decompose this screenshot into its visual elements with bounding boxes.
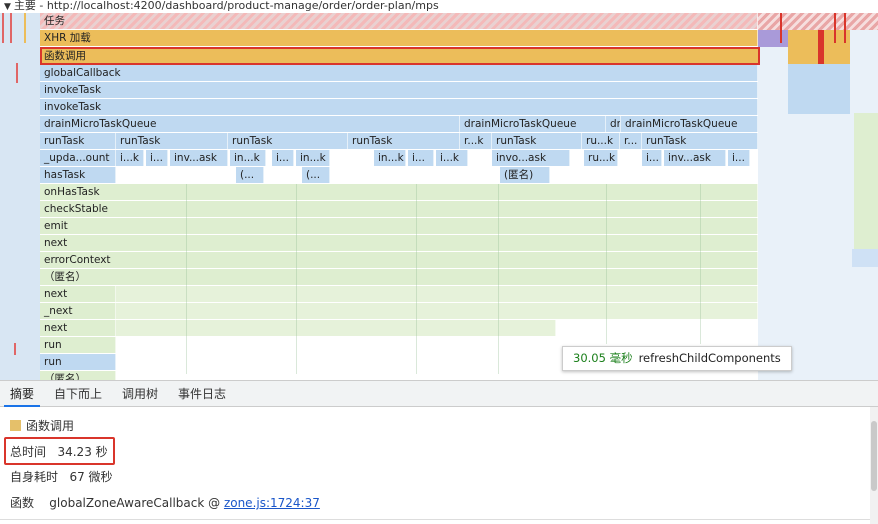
divider xyxy=(0,519,870,520)
stack-bar[interactable]: invo...ask xyxy=(492,150,570,166)
invoke-task-bar[interactable]: invokeTask xyxy=(40,99,758,115)
drain-microtask-bar[interactable]: drainMicroTaskQueue xyxy=(621,116,758,132)
stack-bar[interactable]: (... xyxy=(302,167,330,183)
run-bar[interactable]: run xyxy=(40,337,116,353)
drain-microtask-bar[interactable]: drainMicroTaskQueue xyxy=(460,116,606,132)
drain-microtask-bar[interactable]: dr...ue xyxy=(606,116,621,132)
tab-event-log[interactable]: 事件日志 xyxy=(172,381,232,407)
tab-call-tree[interactable]: 调用树 xyxy=(116,381,164,407)
scrollbar-thumb[interactable] xyxy=(871,421,877,491)
details-tab-bar: 摘要 自下而上 调用树 事件日志 xyxy=(0,380,878,407)
self-time-value: 67 微秒 xyxy=(69,470,113,484)
anonymous-bar[interactable]: （匿名） xyxy=(40,269,758,285)
flame-tooltip: 30.05 毫秒 refreshChildComponents xyxy=(562,346,792,371)
stack-bar[interactable]: i... xyxy=(728,150,750,166)
total-time-row: 总时间 34.23 秒 xyxy=(10,443,108,460)
summary-panel: 函数调用 总时间 34.23 秒 自身耗时 67 微秒 函数 globalZon… xyxy=(0,407,878,524)
stack-bar[interactable]: i...k xyxy=(436,150,468,166)
tab-bottom-up[interactable]: 自下而上 xyxy=(48,381,108,407)
function-name: globalZoneAwareCallback @ xyxy=(49,496,221,510)
stack-bar[interactable]: (匿名) xyxy=(500,167,550,183)
next-internal-bar[interactable]: _next xyxy=(40,303,116,319)
run-bar[interactable]: run xyxy=(40,354,116,370)
run-task-bar[interactable]: runTask xyxy=(40,133,116,149)
main-track-url: - http://localhost:4200/dashboard/produc… xyxy=(35,0,439,12)
invoke-task-bar[interactable]: invokeTask xyxy=(40,82,758,98)
xhr-load-bar[interactable]: XHR 加载 xyxy=(40,30,758,46)
run-task-bar[interactable]: runTask xyxy=(348,133,460,149)
stack-bar[interactable]: ru...k xyxy=(584,150,618,166)
run-task-bar[interactable]: runTask xyxy=(116,133,228,149)
total-time-label: 总时间 xyxy=(10,445,47,459)
next-bar[interactable]: next xyxy=(40,235,758,251)
function-call-bar[interactable]: 函数调用 xyxy=(40,47,760,65)
global-callback-bar[interactable]: globalCallback xyxy=(40,65,758,81)
run-task-bar[interactable]: r...k xyxy=(460,133,492,149)
on-has-task-bar[interactable]: onHasTask xyxy=(40,184,758,200)
drain-microtask-bar[interactable]: drainMicroTaskQueue xyxy=(40,116,460,132)
stack-bar[interactable]: i... xyxy=(146,150,168,166)
flame-right-region xyxy=(758,13,878,380)
next-bar[interactable]: next xyxy=(40,320,116,336)
stack-bar[interactable]: i...k xyxy=(116,150,144,166)
function-label: 函数 xyxy=(10,496,35,510)
anonymous-bar[interactable]: （匿名） xyxy=(40,371,116,380)
run-task-bar[interactable]: runTask xyxy=(228,133,348,149)
run-task-bar[interactable]: runTask xyxy=(642,133,758,149)
performance-panel: ▼ 主要 - http://localhost:4200/dashboard/pr… xyxy=(0,0,878,524)
flame-filler xyxy=(116,320,556,336)
tab-summary[interactable]: 摘要 xyxy=(4,381,41,407)
flame-left-gutter xyxy=(0,13,40,380)
stack-bar[interactable]: i... xyxy=(642,150,662,166)
flame-filler xyxy=(116,303,758,319)
error-context-bar[interactable]: errorContext xyxy=(40,252,758,268)
summary-title: 函数调用 xyxy=(10,417,74,434)
run-task-bar[interactable]: ru...k xyxy=(582,133,620,149)
summary-title-text: 函数调用 xyxy=(26,419,75,433)
stack-bar[interactable]: inv...ask xyxy=(664,150,726,166)
stack-bar[interactable]: in...k xyxy=(230,150,266,166)
flame-filler xyxy=(116,286,758,302)
run-task-bar[interactable]: runTask xyxy=(492,133,582,149)
task-bar[interactable]: 任务 xyxy=(40,13,758,29)
function-row: 函数 globalZoneAwareCallback @ zone.js:172… xyxy=(10,494,320,511)
check-stable-bar[interactable]: checkStable xyxy=(40,201,758,217)
source-link[interactable]: zone.js:1724:37 xyxy=(224,496,320,510)
summary-scrollbar[interactable] xyxy=(870,407,878,524)
main-track-label: 主要 xyxy=(13,0,36,12)
flame-chart[interactable]: 任务 XHR 加载 函数调用 globalCallback invokeTask… xyxy=(0,13,878,380)
tooltip-duration: 30.05 毫秒 xyxy=(573,351,633,365)
has-task-bar[interactable]: hasTask xyxy=(40,167,116,183)
emit-bar[interactable]: emit xyxy=(40,218,758,234)
total-time-value: 34.23 秒 xyxy=(57,445,108,459)
self-time-row: 自身耗时 67 微秒 xyxy=(10,468,113,485)
triangle-down-icon[interactable]: ▼ xyxy=(4,2,11,12)
stack-bar[interactable]: i... xyxy=(408,150,434,166)
stack-bar[interactable]: inv...ask xyxy=(170,150,228,166)
self-time-label: 自身耗时 xyxy=(10,470,59,484)
stack-bar[interactable]: i... xyxy=(272,150,294,166)
run-task-bar[interactable]: r... xyxy=(620,133,642,149)
tooltip-function-name: refreshChildComponents xyxy=(638,351,781,365)
stack-bar[interactable]: (... xyxy=(236,167,264,183)
update-count-bar[interactable]: _upda...ount xyxy=(40,150,116,166)
stack-bar[interactable]: in...k xyxy=(374,150,406,166)
category-color-swatch xyxy=(10,420,21,431)
main-track-header[interactable]: ▼ 主要 - http://localhost:4200/dashboard/pr… xyxy=(0,0,878,13)
stack-bar[interactable]: in...k xyxy=(296,150,330,166)
next-bar[interactable]: next xyxy=(40,286,116,302)
